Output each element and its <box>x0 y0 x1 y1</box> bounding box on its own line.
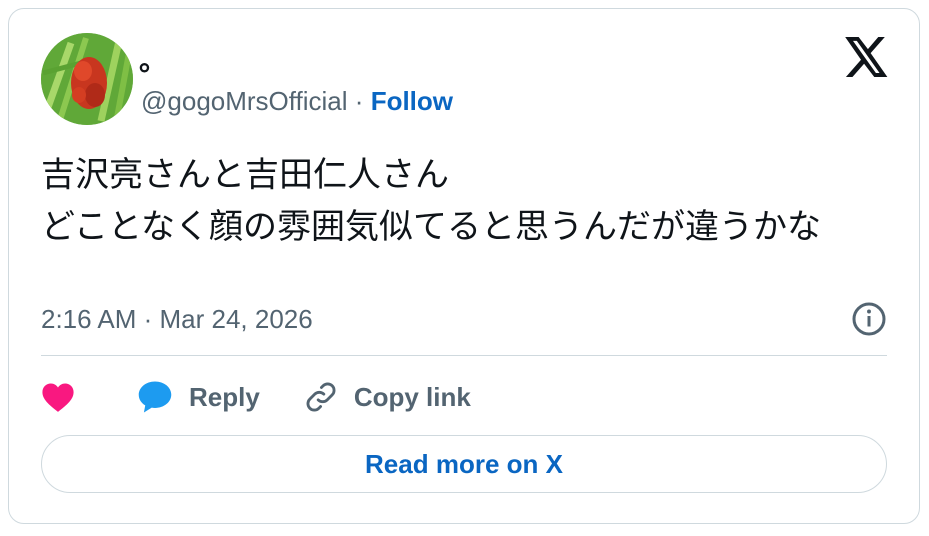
tweet-timestamp[interactable]: 2:16 AM · Mar 24, 2026 <box>41 301 313 337</box>
x-logo-icon[interactable] <box>845 37 889 77</box>
copy-link-button[interactable]: Copy link <box>304 380 471 414</box>
link-icon <box>306 382 336 412</box>
copy-link-label: Copy link <box>353 381 471 412</box>
handle-separator: · <box>354 86 364 116</box>
tweet-actions: Reply Copy link <box>41 375 471 419</box>
tweet-text: 吉沢亮さんと吉田仁人さん どことなく顔の雰囲気似てると思うんだが違うかな <box>41 155 821 247</box>
reply-button[interactable]: Reply <box>137 380 260 414</box>
avatar-image <box>41 33 133 125</box>
read-more-button[interactable]: Read more on X <box>41 435 887 493</box>
read-more-label: Read more on X <box>365 448 563 479</box>
reply-label: Reply <box>189 381 260 412</box>
embedded-tweet-card: 。 @gogoMrsOfficial · Follow 吉沢亮さんと吉田仁人さん… <box>8 8 920 524</box>
reply-bubble-icon <box>138 381 172 413</box>
heart-icon <box>42 383 74 412</box>
info-icon[interactable] <box>851 301 887 337</box>
follow-link[interactable]: Follow <box>371 86 453 116</box>
divider <box>41 355 887 356</box>
author-handle[interactable]: @gogoMrsOfficial <box>141 86 348 116</box>
like-button[interactable] <box>41 381 75 413</box>
avatar[interactable] <box>41 33 133 125</box>
author-display-name[interactable]: 。 <box>139 41 167 81</box>
author-handle-line: @gogoMrsOfficial · Follow <box>141 83 453 119</box>
